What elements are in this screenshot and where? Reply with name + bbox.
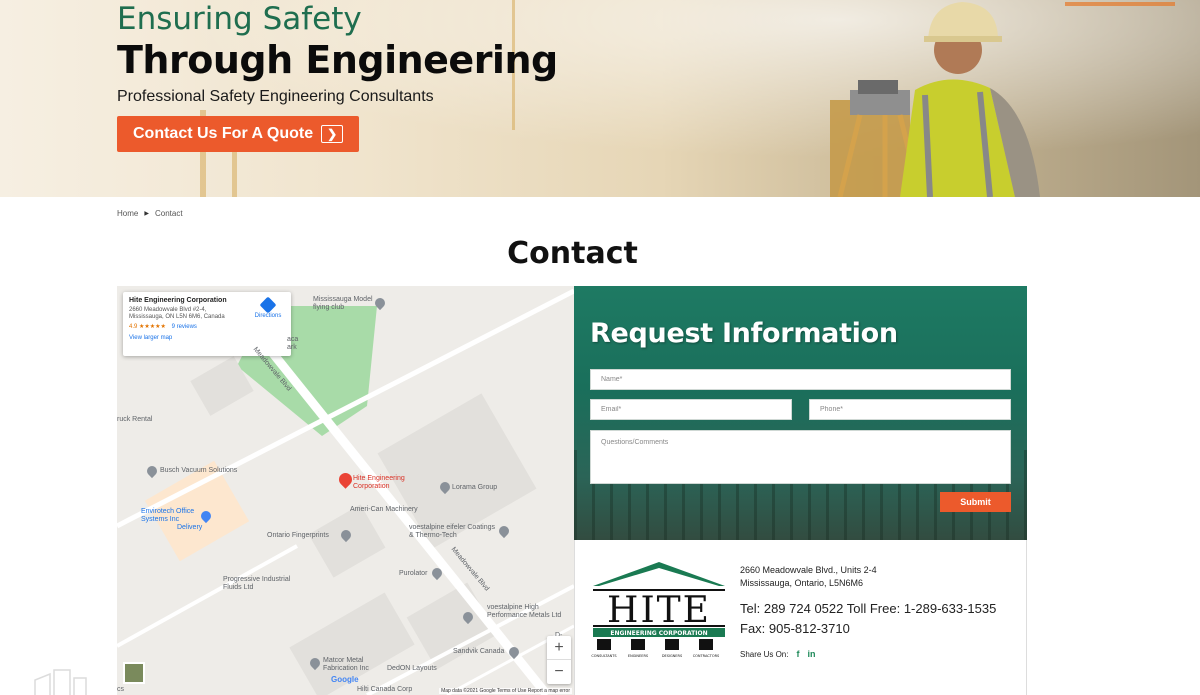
map-label: Busch Vacuum Solutions: [160, 467, 238, 474]
map-label: DedON Layouts: [387, 665, 437, 672]
breadcrumb-home-link[interactable]: Home: [117, 209, 138, 218]
map-label: Ontario Fingerprints: [267, 532, 329, 539]
map-label: Hilti Canada Corp: [357, 686, 413, 693]
map-label: Sandvik Canada: [453, 648, 505, 655]
request-info-form: Request Information Submit: [574, 286, 1027, 540]
email-field[interactable]: [590, 399, 792, 420]
breadcrumb-current: Contact: [154, 209, 183, 218]
google-logo: Google: [331, 675, 359, 684]
hero-subtitle: Professional Safety Engineering Consulta…: [117, 88, 434, 105]
breadcrumb: Home ▶ Contact: [117, 209, 183, 218]
view-larger-map-link[interactable]: View larger map: [129, 335, 285, 341]
map-label: aca ark: [287, 336, 299, 351]
directions-label: Directions: [254, 313, 282, 319]
share-row: Share Us On: f in: [740, 649, 815, 659]
zoom-out-button[interactable]: −: [547, 660, 571, 684]
caret-right-icon: ▶: [144, 211, 149, 217]
map-label: Mississauga Model flying club: [313, 296, 373, 311]
map-label: cs: [117, 686, 124, 693]
map-label: Matcor Metal Fabrication Inc: [323, 657, 369, 672]
contact-info: HITE ENGINEERING CORPORATION CONSULTANTS…: [574, 540, 1027, 695]
map-label: ruck Rental: [117, 416, 153, 423]
map-attribution[interactable]: Map data ©2021 Google Terms of Use Repor…: [439, 688, 572, 694]
contact-quote-label: Contact Us For A Quote: [133, 125, 314, 142]
map-label: Progressive Industrial Fluids Ltd: [223, 576, 291, 591]
chevron-right-icon: ❯: [321, 125, 344, 143]
map-label: Envirotech Office Systems Inc: [141, 508, 195, 523]
map-label: Hite Engineering Corporation: [353, 475, 405, 490]
building-outline-icon: [34, 669, 87, 695]
map-label: voestalpine eifeler Coatings & Thermo-Te…: [409, 524, 495, 539]
directions-button[interactable]: Directions: [251, 296, 285, 319]
rating-value: 4.9 ★★★★★: [129, 324, 166, 330]
map-label: Ameri-Can Machinery: [350, 506, 418, 513]
place-rating: 4.9 ★★★★★ 9 reviews: [129, 323, 285, 330]
map-label: voestalpine High Performance Metals Ltd: [487, 604, 562, 619]
directions-icon: [259, 296, 277, 314]
map-zoom-controls: + −: [547, 636, 571, 684]
place-address: 2660 Meadowvale Blvd #2-4, Mississauga, …: [129, 307, 225, 320]
share-label: Share Us On:: [740, 649, 789, 659]
zoom-in-button[interactable]: +: [547, 636, 571, 660]
logo-role: CONSULTANTS: [591, 654, 617, 658]
place-info-card: Hite Engineering Corporation 2660 Meadow…: [123, 292, 291, 356]
facebook-icon[interactable]: f: [796, 649, 799, 659]
hero-content: Ensuring Safety Through Engineering Prof…: [117, 0, 558, 152]
name-field[interactable]: [590, 369, 1011, 390]
map-label: Delivery: [177, 524, 203, 531]
crane-arm: [1065, 2, 1175, 6]
reviews-link[interactable]: 9 reviews: [172, 324, 197, 330]
logo-text: HITE: [607, 590, 711, 631]
page-title: Contact: [507, 236, 638, 271]
address-line-1: 2660 Meadowvale Blvd., Units 2-4: [740, 565, 877, 575]
hero-title-line1: Ensuring Safety: [117, 1, 362, 37]
logo-role: ENGINEERS: [628, 654, 649, 658]
logo-role: DESIGNERS: [662, 654, 683, 658]
satellite-toggle[interactable]: [123, 662, 145, 684]
contact-quote-button[interactable]: Contact Us For A Quote ❯: [117, 116, 360, 152]
linkedin-icon[interactable]: in: [807, 649, 815, 659]
hero-banner: Ensuring Safety Through Engineering Prof…: [0, 0, 1200, 197]
map-label: Lorama Group: [452, 484, 498, 491]
hite-logo: HITE ENGINEERING CORPORATION CONSULTANTS…: [591, 562, 725, 658]
address-line-2: Mississauga, Ontario, L5N6M6: [740, 578, 864, 588]
submit-button[interactable]: Submit: [940, 492, 1011, 512]
fax-number: Fax: 905-812-3710: [740, 621, 850, 636]
comments-field[interactable]: [590, 430, 1011, 484]
google-map[interactable]: Hite Engineering Corporation 2660 Meadow…: [117, 286, 574, 695]
logo-role: CONTRACTORS: [693, 654, 720, 658]
phone-numbers: Tel: 289 724 0522 Toll Free: 1-289-633-1…: [740, 601, 997, 616]
hero-title-line2: Through Engineering: [117, 38, 558, 82]
form-title: Request Information: [590, 318, 898, 349]
phone-field[interactable]: [809, 399, 1011, 420]
worker-illustration: [830, 2, 1040, 197]
logo-subtitle: ENGINEERING CORPORATION: [610, 630, 707, 637]
map-label: Purolator: [399, 570, 428, 577]
